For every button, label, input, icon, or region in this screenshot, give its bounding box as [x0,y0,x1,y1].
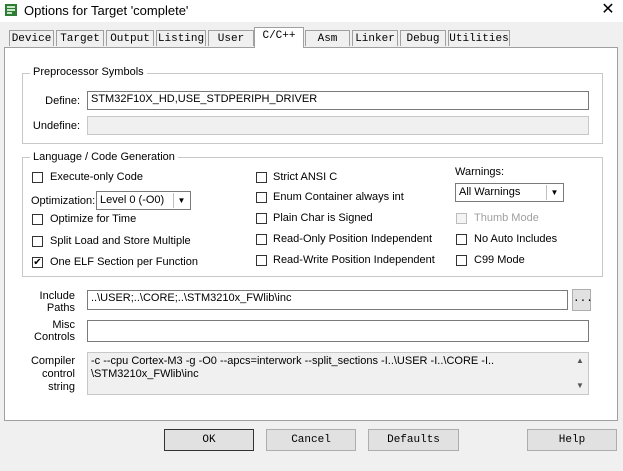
language-group-title: Language / Code Generation [30,151,178,163]
warnings-select[interactable]: All Warnings ▼ [455,183,564,202]
tab-utilities[interactable]: Utilities [448,30,510,46]
one-elf-checkbox[interactable]: ✔ [32,257,43,268]
compiler-control-label-line3: string [48,381,75,393]
defaults-button[interactable]: Defaults [368,429,459,451]
optimize-time-label: Optimize for Time [50,213,137,225]
include-paths-browse-button[interactable]: ... [572,289,593,311]
scroll-down-icon[interactable]: ▼ [573,379,587,393]
compiler-control-label-line2: control [41,368,75,380]
tab-output[interactable]: Output [106,30,154,46]
warnings-label: Warnings: [455,166,505,178]
preprocessor-group-title: Preprocessor Symbols [30,66,147,78]
tab-user[interactable]: User [208,30,254,46]
chevron-down-icon: ▼ [173,193,189,208]
window-title: Options for Target 'complete' [24,3,189,18]
split-load-label: Split Load and Store Multiple [50,235,191,247]
help-button[interactable]: Help [527,429,617,451]
compiler-control-line2: \STM3210x_FWlib\inc [91,368,199,380]
app-icon [5,4,17,16]
misc-controls-label-line2: Controls [34,331,75,343]
plain-char-label: Plain Char is Signed [273,212,373,224]
execute-only-checkbox[interactable] [32,172,43,183]
optimization-select[interactable]: Level 0 (-O0) ▼ [96,191,191,210]
one-elf-label: One ELF Section per Function [50,256,198,268]
undefine-input[interactable] [87,116,589,135]
split-load-checkbox[interactable] [32,236,43,247]
compiler-control-label: Compiler control string [22,355,75,394]
include-paths-label-line1: Include [39,290,75,302]
c99-mode-checkbox[interactable] [456,255,467,266]
rw-position-label: Read-Write Position Independent [273,254,435,266]
tab-asm[interactable]: Asm [305,30,350,46]
checkmark-icon: ✔ [33,257,42,268]
cancel-button[interactable]: Cancel [266,429,356,451]
rw-position-checkbox[interactable] [256,255,267,266]
warnings-value: All Warnings [459,186,521,198]
plain-char-checkbox[interactable] [256,213,267,224]
compiler-control-line1: -c --cpu Cortex-M3 -g -O0 --apcs=interwo… [91,355,495,367]
optimization-value: Level 0 (-O0) [100,194,165,206]
optimize-time-checkbox[interactable] [32,214,43,225]
ro-position-label: Read-Only Position Independent [273,233,432,245]
strict-ansi-label: Strict ANSI C [273,171,338,183]
include-paths-label: Include Paths [22,290,75,314]
define-input[interactable]: STM32F10X_HD,USE_STDPERIPH_DRIVER [87,91,589,110]
no-auto-includes-checkbox[interactable] [456,234,467,245]
misc-controls-label: Misc Controls [22,319,75,343]
execute-only-label: Execute-only Code [50,171,143,183]
include-paths-label-line2: Paths [46,302,75,314]
compiler-control-string: -c --cpu Cortex-M3 -g -O0 --apcs=interwo… [87,352,589,395]
strict-ansi-checkbox[interactable] [256,172,267,183]
scroll-up-icon[interactable]: ▲ [573,354,587,368]
thumb-mode-checkbox[interactable] [456,213,467,224]
tab-listing[interactable]: Listing [156,30,206,46]
tab-linker[interactable]: Linker [352,30,398,46]
undefine-label: Undefine: [32,120,80,132]
misc-controls-input[interactable] [87,320,589,342]
define-label: Define: [45,95,80,107]
close-icon[interactable]: ✕ [596,0,620,20]
include-paths-input[interactable]: ..\USER;..\CORE;..\STM3210x_FWlib\inc [87,290,568,310]
enum-container-label: Enum Container always int [273,191,404,203]
chevron-down-icon: ▼ [546,185,562,200]
tab-c-cpp[interactable]: C/C++ [254,27,304,48]
enum-container-checkbox[interactable] [256,192,267,203]
tab-target[interactable]: Target [56,30,104,46]
optimization-label: Optimization: [31,195,96,207]
no-auto-includes-label: No Auto Includes [474,233,558,245]
ok-button[interactable]: OK [164,429,254,451]
misc-controls-label-line1: Misc [52,319,75,331]
compiler-control-label-line1: Compiler [30,355,75,367]
c99-mode-label: C99 Mode [474,254,525,266]
tab-debug[interactable]: Debug [400,30,446,46]
thumb-mode-label: Thumb Mode [474,212,539,224]
tab-device[interactable]: Device [9,30,54,46]
ro-position-checkbox[interactable] [256,234,267,245]
